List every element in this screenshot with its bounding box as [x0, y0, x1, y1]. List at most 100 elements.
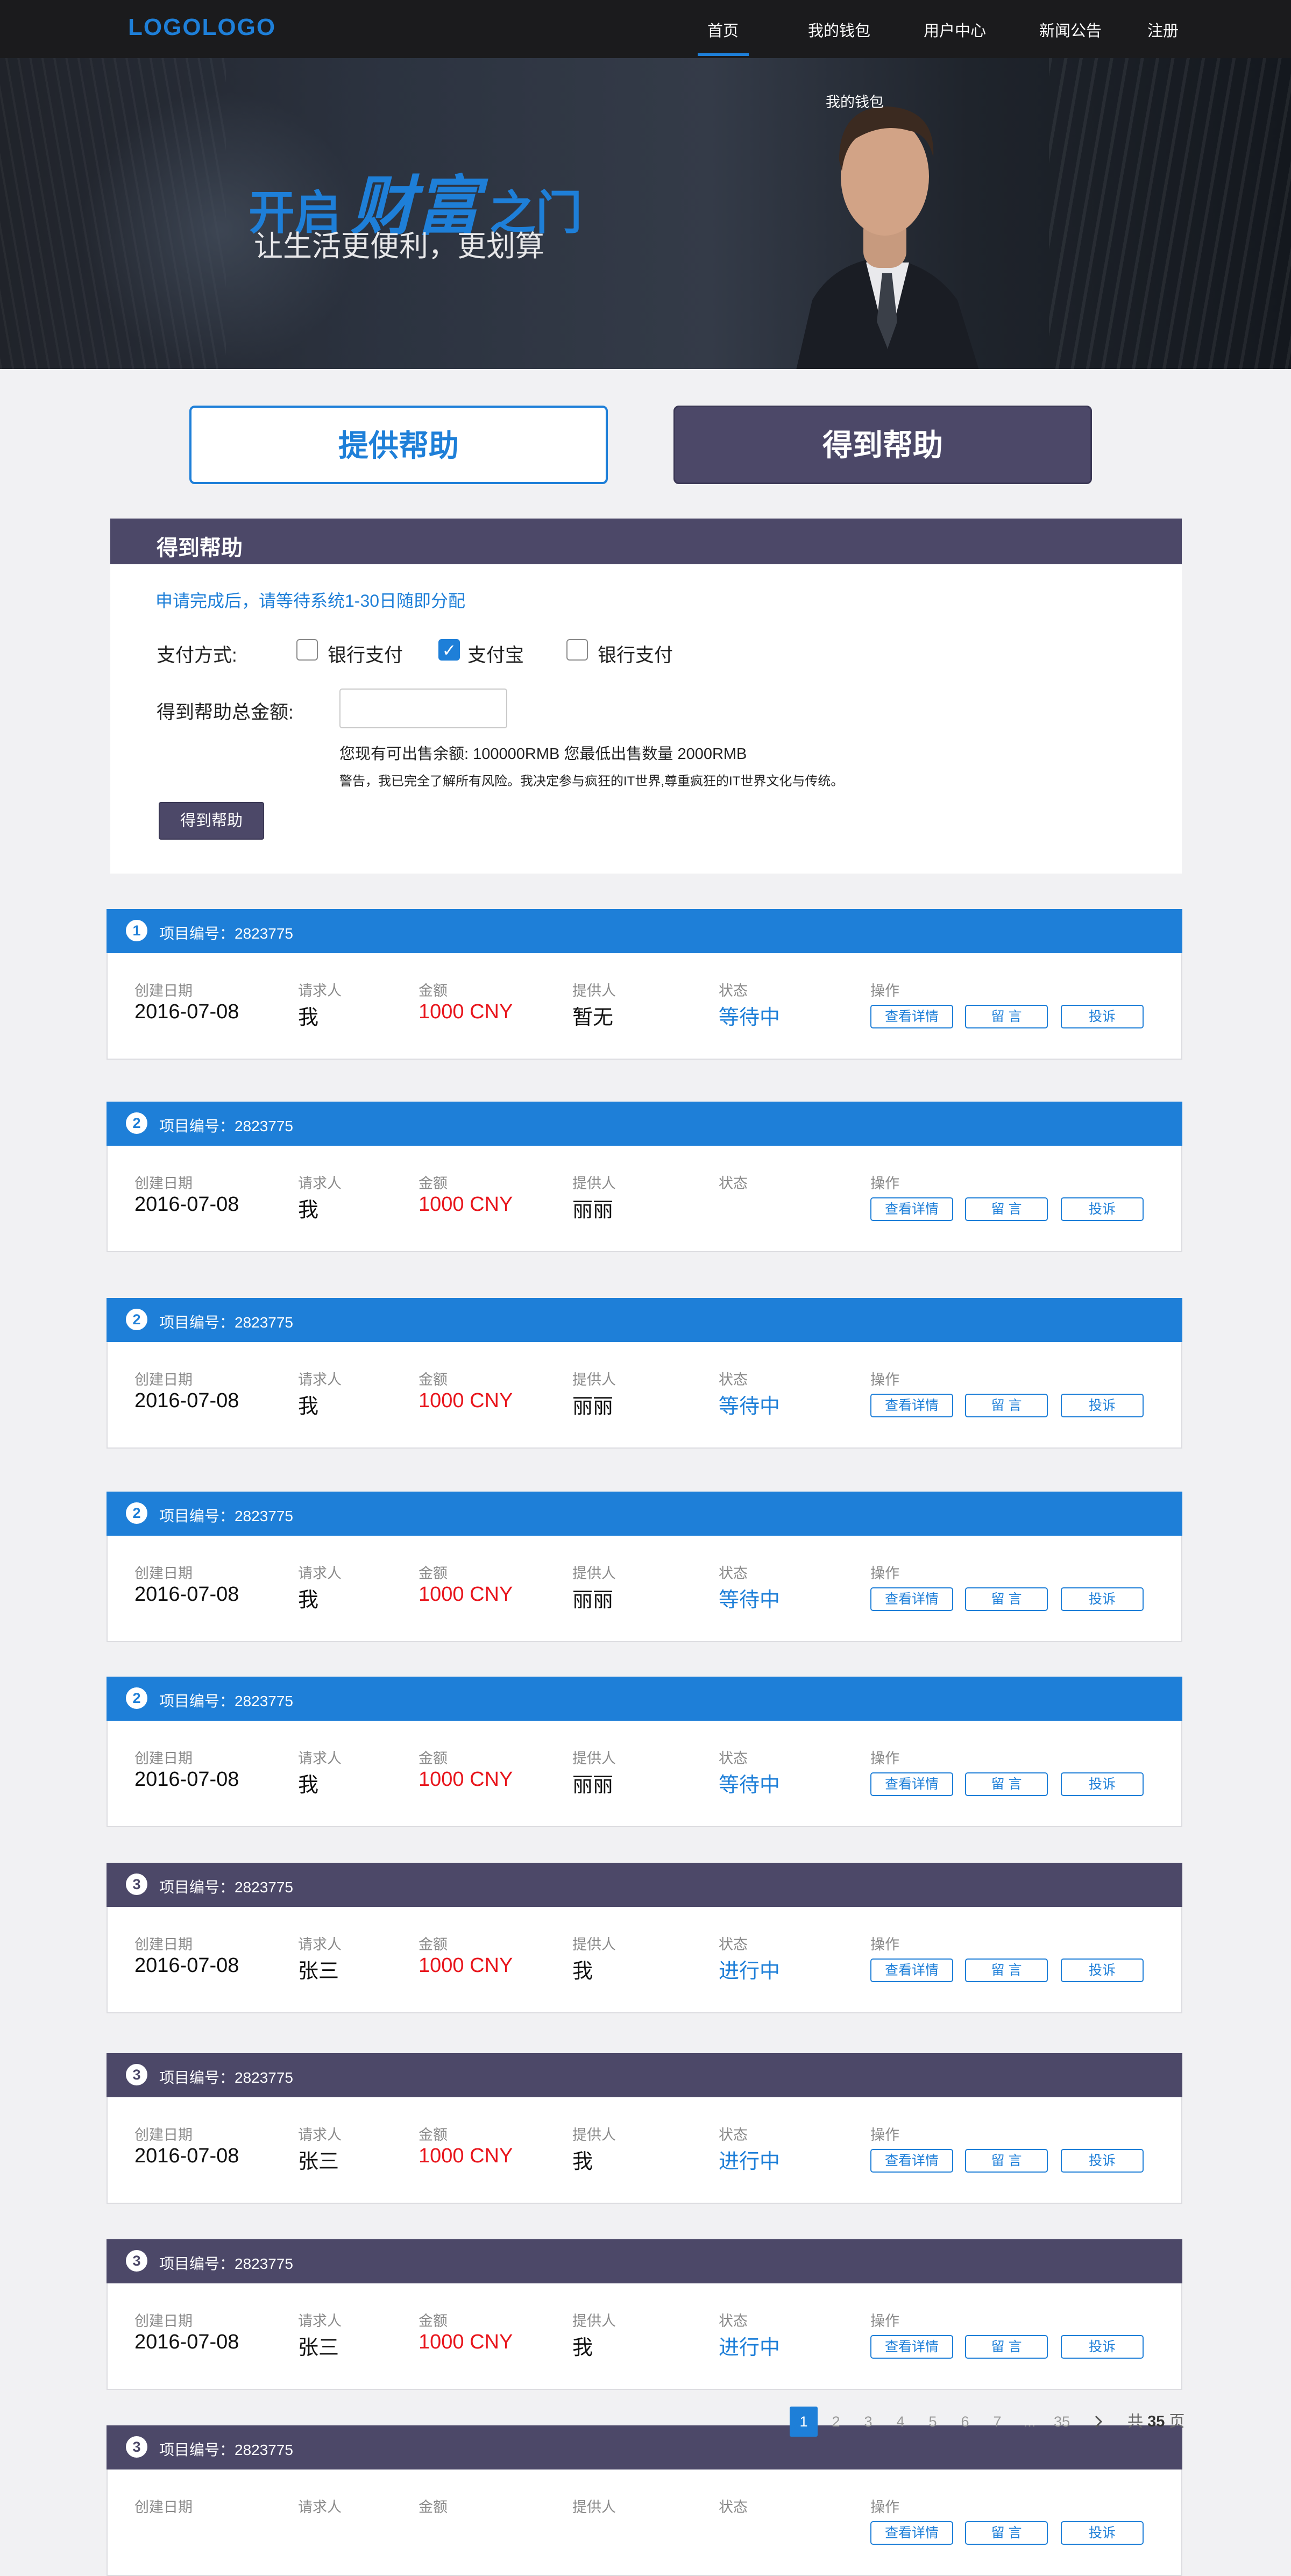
column-label: 状态 — [719, 1565, 748, 1581]
leave-message-button[interactable]: 留 言 — [965, 1587, 1048, 1611]
column-label: 请求人 — [298, 1372, 342, 1388]
amount-input[interactable] — [339, 689, 507, 728]
order-amount: 1000 CNY — [418, 1000, 513, 1023]
payment-option-alipay-label[interactable]: 支付宝 — [467, 640, 524, 668]
column-label: 请求人 — [298, 2127, 342, 2143]
leave-message-button[interactable]: 留 言 — [965, 1958, 1048, 1982]
view-details-button[interactable]: 查看详情 — [870, 1394, 953, 1417]
page-3[interactable]: 3 — [854, 2407, 882, 2437]
order-card-header: 2 项目编号：2823775 — [107, 1492, 1182, 1536]
nav-item-register[interactable]: 注册 — [1147, 18, 1179, 41]
complain-button[interactable]: 投诉 — [1061, 2149, 1144, 2173]
column-label: 金额 — [418, 983, 448, 999]
column-label: 金额 — [418, 2499, 448, 2515]
order-card: 2 项目编号：2823775 创建日期 请求人 金额 提供人 状态 操作 2016-07-08 我… — [107, 1298, 1182, 1449]
complain-button[interactable]: 投诉 — [1061, 1005, 1144, 1028]
view-details-button[interactable]: 查看详情 — [870, 1772, 953, 1796]
amount-label: 得到帮助总金额: — [157, 702, 294, 723]
page-35[interactable]: 35 — [1048, 2407, 1076, 2437]
page-6[interactable]: 6 — [951, 2407, 979, 2437]
leave-message-button[interactable]: 留 言 — [965, 1005, 1048, 1028]
order-number-badge: 3 — [126, 2064, 147, 2085]
column-label: 创建日期 — [134, 1565, 193, 1581]
risk-warning: 警告，我已完全了解所有风险。我决定参与疯狂的IT世界,尊重疯狂的IT世界文化与传… — [339, 774, 844, 789]
project-id: 项目编号：2823775 — [159, 2255, 294, 2272]
leave-message-button[interactable]: 留 言 — [965, 1772, 1048, 1796]
get-help-tab[interactable]: 得到帮助 — [673, 406, 1092, 484]
order-number-badge: 3 — [126, 2250, 147, 2272]
view-details-button[interactable]: 查看详情 — [870, 2149, 953, 2173]
order-card-header: 2 项目编号：2823775 — [107, 1298, 1182, 1342]
order-requester: 我 — [298, 1199, 319, 1222]
complain-button[interactable]: 投诉 — [1061, 1394, 1144, 1417]
complain-button[interactable]: 投诉 — [1061, 1587, 1144, 1611]
column-label: 操作 — [870, 2313, 899, 2329]
column-label: 提供人 — [572, 1372, 616, 1388]
order-status: 进行中 — [719, 2151, 781, 2173]
order-status: 等待中 — [719, 1395, 781, 1418]
leave-message-button[interactable]: 留 言 — [965, 2149, 1048, 2173]
column-label: 状态 — [719, 2313, 748, 2329]
total-prefix: 共 — [1127, 2413, 1144, 2430]
leave-message-button[interactable]: 留 言 — [965, 2335, 1048, 2359]
page-4[interactable]: 4 — [886, 2407, 914, 2437]
view-details-button[interactable]: 查看详情 — [870, 1958, 953, 1982]
order-amount: 1000 CNY — [418, 1389, 513, 1412]
order-card-header: 2 项目编号：2823775 — [107, 1677, 1182, 1721]
order-date: 2016-07-08 — [134, 1583, 239, 1606]
view-details-button[interactable]: 查看详情 — [870, 2335, 953, 2359]
leave-message-button[interactable]: 留 言 — [965, 1197, 1048, 1221]
complain-button[interactable]: 投诉 — [1061, 1197, 1144, 1221]
order-requester: 我 — [298, 1589, 319, 1612]
view-details-button[interactable]: 查看详情 — [870, 1587, 953, 1611]
leave-message-button[interactable]: 留 言 — [965, 1394, 1048, 1417]
order-requester: 张三 — [298, 1960, 339, 1983]
view-details-button[interactable]: 查看详情 — [870, 1005, 953, 1028]
pagination: 1 2 3 4 5 6 7 ... 35 共 35 页 — [790, 2407, 1188, 2437]
order-provider: 暂无 — [572, 1006, 614, 1029]
column-label: 创建日期 — [134, 2127, 193, 2143]
column-label: 创建日期 — [134, 1175, 193, 1191]
page-2[interactable]: 2 — [822, 2407, 850, 2437]
form-header: 得到帮助 — [110, 519, 1182, 564]
column-label: 提供人 — [572, 2499, 616, 2515]
column-label: 操作 — [870, 1175, 899, 1191]
order-number-badge: 2 — [126, 1502, 147, 1524]
payment-option-bank-2-checkbox[interactable] — [566, 639, 588, 661]
next-page-button[interactable] — [1084, 2407, 1112, 2437]
page-1[interactable]: 1 — [790, 2407, 818, 2437]
payment-option-bank-2-label[interactable]: 银行支付 — [598, 640, 673, 668]
page-7[interactable]: 7 — [983, 2407, 1011, 2437]
payment-option-bank-1-checkbox[interactable] — [296, 639, 318, 661]
nav-item-home[interactable]: 首页 — [707, 18, 739, 41]
nav-item-user-center[interactable]: 用户中心 — [924, 18, 986, 41]
view-details-button[interactable]: 查看详情 — [870, 2521, 953, 2545]
order-requester: 我 — [298, 1006, 319, 1029]
project-id: 项目编号：2823775 — [159, 1118, 294, 1134]
order-number-badge: 2 — [126, 1687, 147, 1709]
payment-option-alipay-checkbox[interactable]: ✓ — [438, 639, 460, 661]
order-amount: 1000 CNY — [418, 1954, 513, 1977]
order-card-header: 3 项目编号：2823775 — [107, 2053, 1182, 2097]
top-nav: LOGOLOGO 首页 我的钱包 用户中心 新闻公告 注册 — [0, 0, 1291, 58]
view-details-button[interactable]: 查看详情 — [870, 1197, 953, 1221]
get-help-submit-button[interactable]: 得到帮助 — [159, 802, 264, 840]
order-card: 1 项目编号：2823775 创建日期 请求人 金额 提供人 状态 操作 2016-07-08 我… — [107, 909, 1182, 1060]
offer-help-tab[interactable]: 提供帮助 — [189, 406, 608, 484]
column-label: 请求人 — [298, 983, 342, 999]
order-requester: 我 — [298, 1395, 319, 1418]
complain-button[interactable]: 投诉 — [1061, 2335, 1144, 2359]
nav-item-news[interactable]: 新闻公告 — [1039, 18, 1102, 41]
complain-button[interactable]: 投诉 — [1061, 2521, 1144, 2545]
project-id: 项目编号：2823775 — [159, 1314, 294, 1331]
payment-option-bank-1-label[interactable]: 银行支付 — [328, 640, 403, 668]
logo[interactable]: LOGOLOGO — [128, 14, 276, 41]
nav-item-wallet[interactable]: 我的钱包 — [808, 18, 870, 41]
complain-button[interactable]: 投诉 — [1061, 1772, 1144, 1796]
chevron-right-icon — [1095, 2415, 1103, 2428]
project-id: 项目编号：2823775 — [159, 2069, 294, 2086]
page-5[interactable]: 5 — [919, 2407, 947, 2437]
complain-button[interactable]: 投诉 — [1061, 1958, 1144, 1982]
leave-message-button[interactable]: 留 言 — [965, 2521, 1048, 2545]
order-date: 2016-07-08 — [134, 1000, 239, 1023]
